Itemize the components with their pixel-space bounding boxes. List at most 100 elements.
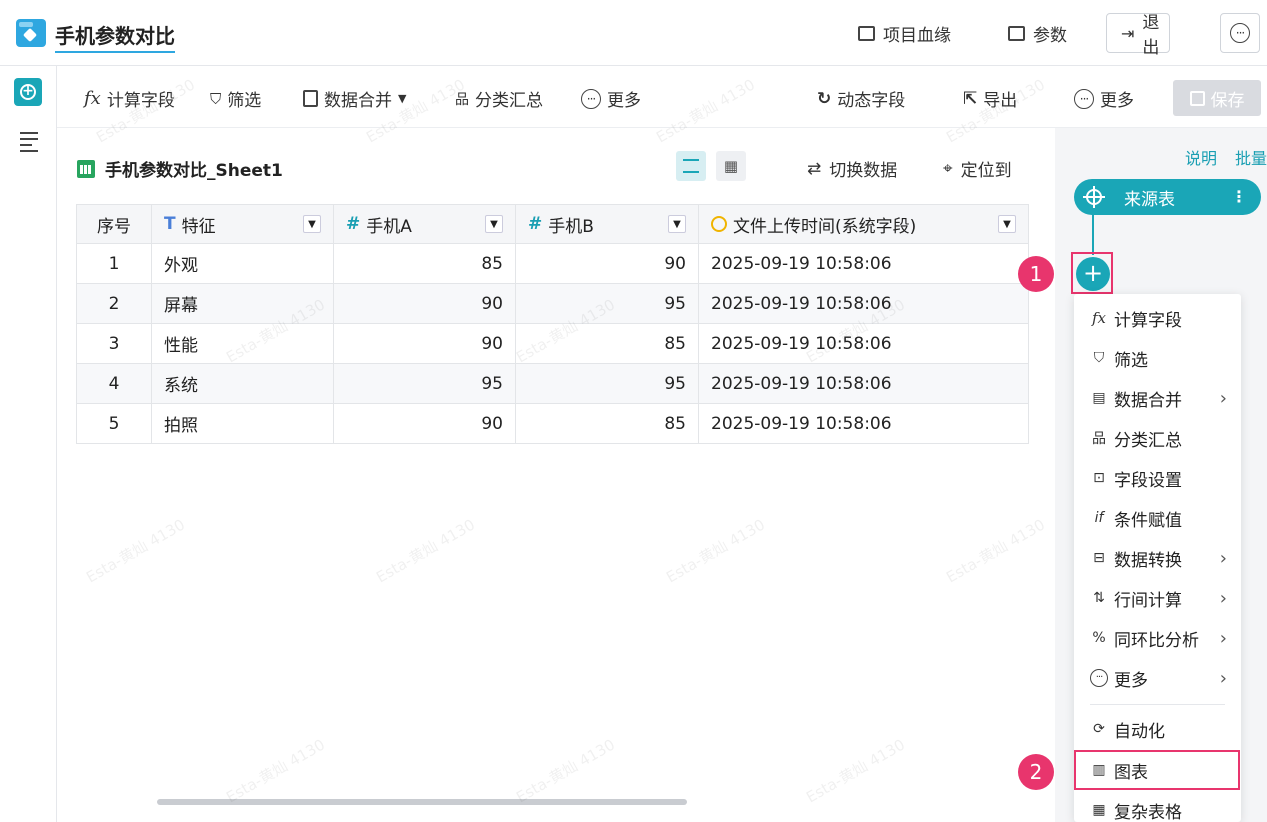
cell-upload-time[interactable]: 2025-09-19 10:58:06	[698, 363, 1029, 404]
flow-panel: 说明 批量 来源表 ⋮ 1 + fx 计算字段 ⛉ 筛选 ▤ 数据合并 › 品 …	[1018, 128, 1267, 822]
menu-item-row-calc[interactable]: ⇅ 行间计算 ›	[1074, 578, 1241, 618]
cell-upload-time[interactable]: 2025-09-19 10:58:06	[698, 243, 1029, 284]
menu-divider	[1090, 704, 1225, 705]
data-panel: 手机参数对比_Sheet1 ▦ ⇄ 切换数据 ⌖ 定位到 序号 T 特征 ▼ #…	[57, 128, 1055, 822]
column-header-phone-b[interactable]: # 手机B ▼	[515, 204, 699, 244]
cell-feature[interactable]: 外观	[151, 243, 334, 284]
cell-phone-a[interactable]: 95	[333, 363, 516, 404]
menu-item-chart[interactable]: ▥ 图表	[1074, 750, 1240, 790]
source-table-node[interactable]: 来源表 ⋮	[1074, 179, 1261, 215]
cell-index[interactable]: 5	[76, 403, 152, 444]
switch-data-button[interactable]: ⇄ 切换数据	[807, 156, 897, 182]
cell-index[interactable]: 3	[76, 323, 152, 364]
table-row[interactable]: 1 外观 85 90 2025-09-19 10:58:06	[76, 243, 1029, 284]
fx-icon: fx	[84, 88, 101, 109]
column-menu-icon[interactable]: ▼	[485, 215, 503, 233]
column-header-phone-a[interactable]: # 手机A ▼	[333, 204, 516, 244]
more-icon: ···	[1230, 23, 1250, 43]
menu-item-calc-field[interactable]: fx 计算字段	[1074, 298, 1241, 338]
more-options-button[interactable]: ···	[1220, 13, 1260, 53]
add-step-menu: fx 计算字段 ⛉ 筛选 ▤ 数据合并 › 品 分类汇总 ⊡ 字段设置 if 条…	[1074, 294, 1241, 822]
add-node-button[interactable]: +	[1076, 257, 1110, 291]
merge-button[interactable]: 数据合并 ▼	[303, 86, 406, 111]
fx-icon: fx	[1091, 309, 1106, 327]
menu-item-field-settings[interactable]: ⊡ 字段设置	[1074, 458, 1241, 498]
cell-phone-a[interactable]: 90	[333, 323, 516, 364]
params-button[interactable]: 参数	[1008, 13, 1067, 53]
menu-item-automation[interactable]: ⟳ 自动化	[1074, 709, 1241, 749]
menu-item-group-summary[interactable]: 品 分类汇总	[1074, 418, 1241, 458]
cell-phone-a[interactable]: 85	[333, 243, 516, 284]
menu-item-condition-assign[interactable]: if 条件赋值	[1074, 498, 1241, 538]
dynamic-field-button[interactable]: ↻ 动态字段	[817, 86, 905, 112]
condition-icon: if	[1094, 510, 1104, 526]
lineage-icon	[858, 25, 875, 41]
table-icon: ▦	[1092, 802, 1106, 818]
more-right-button[interactable]: ··· 更多	[1074, 86, 1134, 111]
cell-phone-b[interactable]: 90	[515, 243, 699, 284]
menu-item-yoy-analysis[interactable]: % 同环比分析 ›	[1074, 618, 1241, 658]
automation-icon: ⟳	[1093, 721, 1105, 737]
cell-feature[interactable]: 性能	[151, 323, 334, 364]
save-button[interactable]: 保存	[1173, 80, 1261, 116]
filter-button[interactable]: ⛉ 筛选	[210, 86, 261, 112]
column-header-feature[interactable]: T 特征 ▼	[151, 204, 334, 244]
group-summary-button[interactable]: 品 分类汇总	[455, 86, 543, 111]
cell-phone-a[interactable]: 90	[333, 403, 516, 444]
chevron-right-icon: ›	[1219, 667, 1227, 689]
tree-icon: 品	[1092, 431, 1106, 447]
tree-icon: 品	[455, 91, 469, 108]
kebab-menu-icon[interactable]: ⋮	[1231, 189, 1247, 205]
chevron-right-icon: ›	[1219, 587, 1227, 609]
column-header-upload-time[interactable]: 文件上传时间(系统字段) ▼	[698, 204, 1029, 244]
crosshair-icon	[1083, 186, 1105, 208]
lineage-button[interactable]: 项目血缘	[858, 13, 951, 53]
cell-upload-time[interactable]: 2025-09-19 10:58:06	[698, 283, 1029, 324]
cell-phone-b[interactable]: 85	[515, 403, 699, 444]
column-menu-icon[interactable]: ▼	[303, 215, 321, 233]
cell-feature[interactable]: 屏幕	[151, 283, 334, 324]
cell-upload-time[interactable]: 2025-09-19 10:58:06	[698, 323, 1029, 364]
exit-button[interactable]: ⇥ 退出	[1106, 13, 1170, 58]
cell-feature[interactable]: 拍照	[151, 403, 334, 444]
column-menu-icon[interactable]: ▼	[668, 215, 686, 233]
export-button[interactable]: ⇱ 导出	[963, 86, 1017, 112]
table-row[interactable]: 4 系统 95 95 2025-09-19 10:58:06	[76, 363, 1029, 404]
menu-item-merge[interactable]: ▤ 数据合并 ›	[1074, 378, 1241, 418]
cell-index[interactable]: 2	[76, 283, 152, 324]
cell-index[interactable]: 1	[76, 243, 152, 284]
cell-index[interactable]: 4	[76, 363, 152, 404]
menu-item-complex-table[interactable]: ▦ 复杂表格	[1074, 790, 1241, 822]
column-header-index[interactable]: 序号	[76, 204, 152, 244]
list-view-button[interactable]	[676, 151, 706, 181]
column-menu-icon[interactable]: ▼	[998, 215, 1016, 233]
cell-feature[interactable]: 系统	[151, 363, 334, 404]
more-button[interactable]: ··· 更多	[581, 86, 641, 111]
more-icon: ···	[1074, 88, 1094, 109]
number-type-icon: #	[346, 214, 361, 234]
cell-phone-b[interactable]: 95	[515, 363, 699, 404]
cell-phone-a[interactable]: 90	[333, 283, 516, 324]
table-row[interactable]: 5 拍照 90 85 2025-09-19 10:58:06	[76, 403, 1029, 444]
toolbar: fx 计算字段 ⛉ 筛选 数据合并 ▼ 品 分类汇总 ··· 更多 ↻ 动态字段…	[57, 66, 1267, 128]
explain-link[interactable]: 说明	[1185, 145, 1217, 169]
cell-phone-b[interactable]: 85	[515, 323, 699, 364]
text-type-icon: T	[164, 214, 176, 234]
table-row[interactable]: 3 性能 90 85 2025-09-19 10:58:06	[76, 323, 1029, 364]
calc-field-button[interactable]: fx 计算字段	[84, 86, 175, 111]
locate-button[interactable]: ⌖ 定位到	[943, 156, 1012, 182]
cell-upload-time[interactable]: 2025-09-19 10:58:06	[698, 403, 1029, 444]
table-row[interactable]: 2 屏幕 90 95 2025-09-19 10:58:06	[76, 283, 1029, 324]
filter-icon: ⛉	[210, 89, 222, 108]
horizontal-scrollbar[interactable]	[157, 799, 687, 805]
app-title[interactable]: 手机参数对比	[55, 20, 175, 53]
grid-view-button[interactable]: ▦	[716, 151, 746, 181]
list-icon[interactable]	[20, 132, 38, 156]
rail-add-button[interactable]: +	[14, 78, 42, 106]
batch-link[interactable]: 批量	[1235, 145, 1267, 169]
menu-item-filter[interactable]: ⛉ 筛选	[1074, 338, 1241, 378]
top-header: 手机参数对比 项目血缘 参数 ⇥ 退出 ···	[0, 0, 1267, 66]
menu-item-more[interactable]: ··· 更多 ›	[1074, 658, 1241, 698]
cell-phone-b[interactable]: 95	[515, 283, 699, 324]
menu-item-transform[interactable]: ⊟ 数据转换 ›	[1074, 538, 1241, 578]
